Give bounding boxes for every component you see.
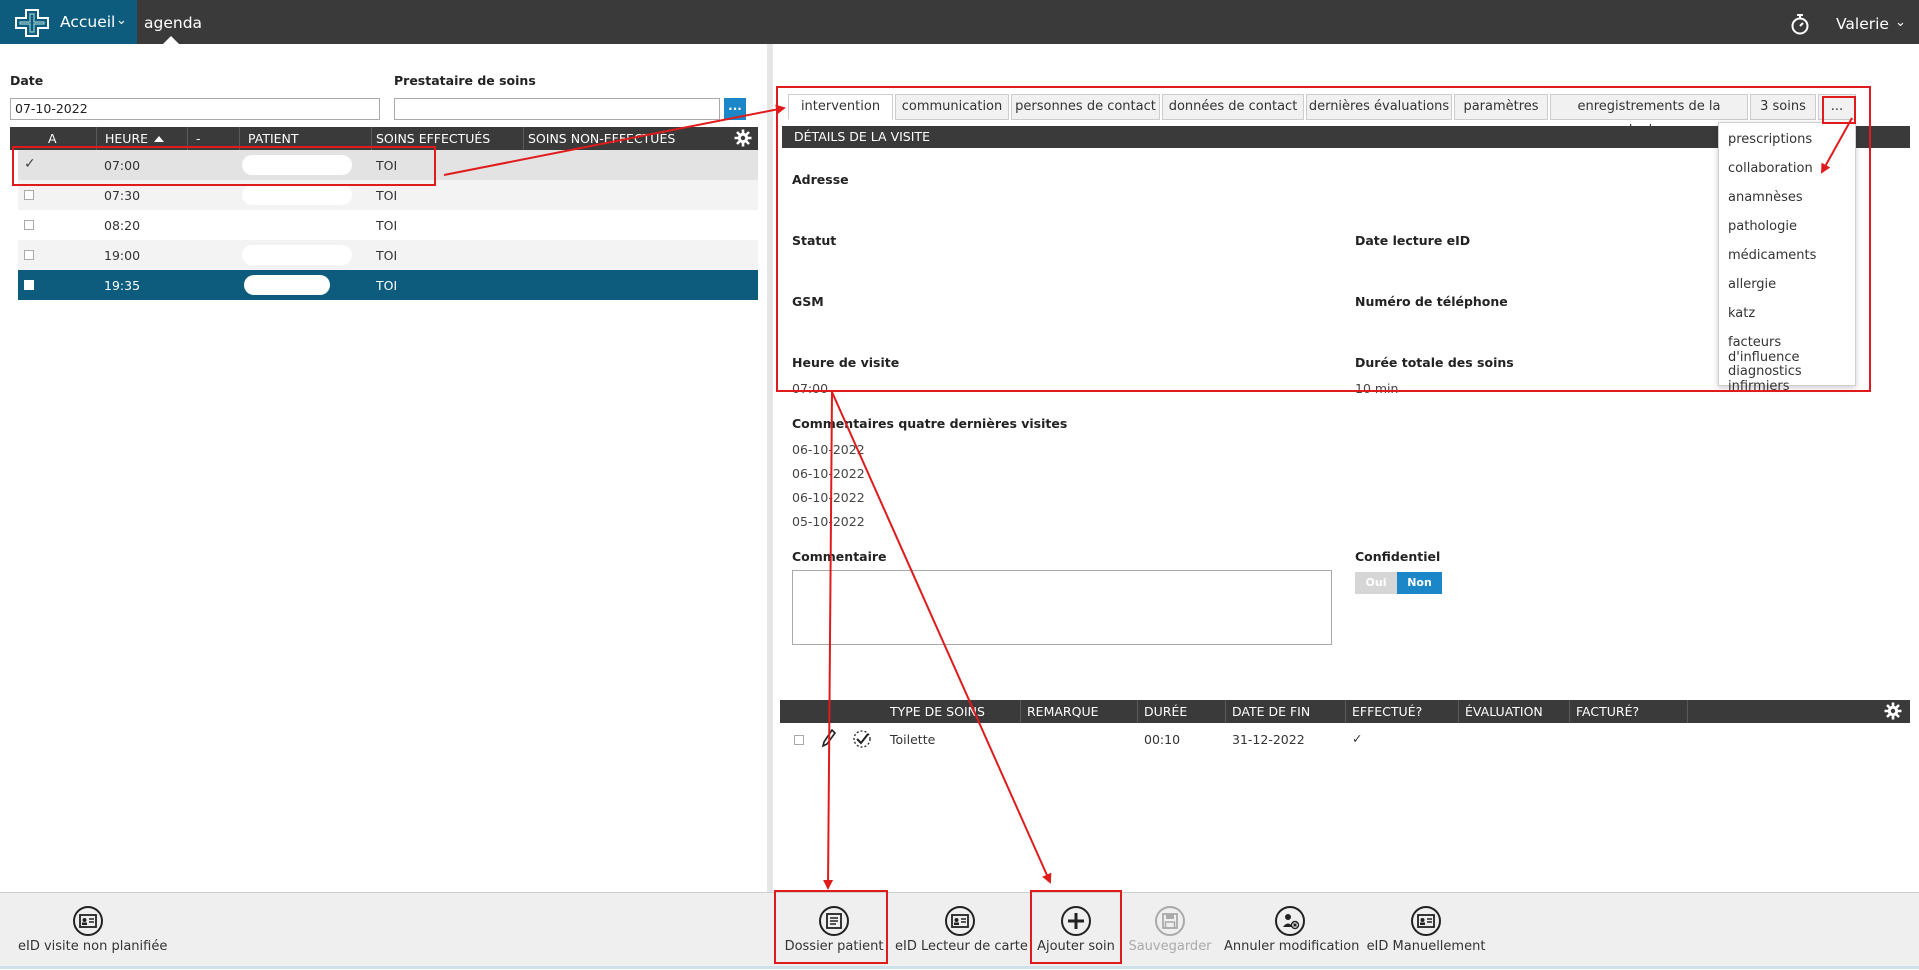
row-time: 08:20 — [104, 218, 141, 233]
gear-icon[interactable] — [734, 129, 752, 147]
comment-label: Commentaire — [792, 549, 887, 564]
comment-textarea[interactable] — [792, 570, 1332, 645]
home-label[interactable]: Accueil — [60, 13, 115, 31]
module-title[interactable]: agenda — [144, 14, 202, 32]
last-comment-date: 06-10-2022 — [792, 490, 865, 505]
row-care-done: TOI — [376, 218, 398, 233]
browse-provider-button[interactable]: ... — [724, 98, 746, 120]
top-navigation-bar: Accueil ⌄ agenda Valerie ⌄ — [0, 0, 1919, 44]
col-remark[interactable]: REMARQUE — [1027, 704, 1099, 719]
active-module-caret — [163, 36, 179, 44]
annotation-highlight-box — [1030, 890, 1122, 964]
eid-unplanned-label: eID visite non planifiée — [18, 939, 168, 954]
row-time: 19:35 — [104, 278, 141, 293]
gear-icon[interactable] — [1884, 702, 1902, 720]
care-done-value: ✓ — [1352, 731, 1363, 746]
date-input[interactable]: 07-10-2022 — [10, 98, 380, 120]
eid-manual-label: eID Manuellement — [1366, 939, 1486, 954]
user-menu[interactable]: Valerie — [1836, 15, 1889, 33]
home-menu[interactable]: Accueil ⌄ — [0, 0, 137, 44]
toggle-yes[interactable]: Oui — [1355, 572, 1397, 594]
annotation-highlight-box — [1822, 96, 1856, 124]
row-checkbox[interactable] — [794, 735, 804, 745]
provider-input[interactable] — [394, 98, 720, 120]
eid-manual-button[interactable]: eID Manuellement — [1364, 893, 1488, 970]
cancel-edit-icon — [1275, 906, 1305, 936]
row-checkbox[interactable] — [24, 220, 34, 230]
row-care-done: TOI — [376, 248, 398, 263]
confidential-label: Confidentiel — [1355, 549, 1441, 564]
agenda-row[interactable]: 08:20 TOI — [18, 210, 758, 240]
save-button[interactable]: Sauvegarder — [1126, 893, 1214, 970]
last-comment-date: 06-10-2022 — [792, 442, 865, 457]
row-care-done: TOI — [376, 188, 398, 203]
last-comments-label: Commentaires quatre dernières visites — [792, 416, 1068, 431]
row-time: 19:00 — [104, 248, 141, 263]
agenda-row[interactable]: 19:35 TOI — [18, 270, 758, 300]
annotation-highlight-box — [776, 86, 1871, 392]
edit-pencil-icon[interactable] — [822, 729, 836, 747]
col-end-date[interactable]: DATE DE FIN — [1232, 704, 1310, 719]
row-checkbox[interactable] — [24, 190, 34, 200]
date-label: Date — [10, 73, 44, 88]
col-evaluation[interactable]: ÉVALUATION — [1465, 704, 1543, 719]
col-care-type[interactable]: TYPE DE SOINS — [890, 704, 985, 719]
eid-card-reader-button[interactable]: eID Lecteur de carte — [895, 893, 1028, 970]
patient-name-redacted — [242, 245, 352, 265]
row-care-done: TOI — [376, 278, 398, 293]
pane-splitter[interactable] — [767, 44, 773, 892]
last-comment-date: 06-10-2022 — [792, 466, 865, 481]
col-duration[interactable]: DURÉE — [1144, 704, 1187, 719]
col-heure[interactable]: HEURE — [105, 131, 165, 146]
row-checkbox[interactable] — [24, 250, 34, 260]
care-end-date-value: 31-12-2022 — [1232, 732, 1305, 747]
col-heure-label: HEURE — [105, 131, 149, 146]
id-card-icon — [1411, 906, 1441, 936]
col-dash[interactable]: - — [196, 131, 201, 146]
agenda-row[interactable]: 19:00 TOI — [18, 240, 758, 270]
toggle-no[interactable]: Non — [1397, 572, 1442, 594]
stopwatch-icon[interactable] — [1790, 13, 1810, 35]
id-card-icon — [73, 906, 103, 936]
bottom-toolbar: eID visite non planifiée Dossier patient… — [0, 892, 1919, 969]
care-row[interactable]: Toilette 00:10 31-12-2022 ✓ — [780, 727, 1710, 753]
eid-unplanned-visit-button[interactable]: eID visite non planifiée — [18, 893, 168, 970]
cancel-change-button[interactable]: Annuler modification — [1224, 893, 1360, 970]
row-checkbox[interactable] — [24, 280, 34, 290]
col-a[interactable]: A — [48, 131, 57, 146]
mark-done-icon[interactable] — [852, 729, 872, 749]
chevron-down-icon[interactable]: ⌄ — [1895, 15, 1906, 30]
patient-name-redacted — [244, 275, 330, 295]
chevron-down-icon[interactable]: ⌄ — [116, 13, 127, 28]
patient-name-redacted — [242, 185, 352, 205]
col-patient[interactable]: PATIENT — [248, 131, 299, 146]
cancel-change-label: Annuler modification — [1224, 939, 1360, 954]
medical-cross-logo-icon — [15, 9, 49, 37]
col-not-done[interactable]: SOINS NON-EFFECTUÉS — [528, 131, 675, 146]
eid-card-reader-label: eID Lecteur de carte — [895, 939, 1028, 954]
col-billed[interactable]: FACTURÉ? — [1576, 704, 1639, 719]
sort-ascending-icon — [154, 136, 165, 142]
care-type-value: Toilette — [890, 732, 936, 747]
col-done[interactable]: SOINS EFFECTUÉS — [376, 131, 490, 146]
care-duration-value: 00:10 — [1144, 732, 1181, 747]
annotation-highlight-box — [774, 890, 888, 964]
id-card-icon — [945, 906, 975, 936]
care-table-header: TYPE DE SOINS REMARQUE DURÉE DATE DE FIN… — [780, 700, 1910, 723]
col-done[interactable]: EFFECTUÉ? — [1352, 704, 1422, 719]
row-time: 07:30 — [104, 188, 141, 203]
provider-label: Prestataire de soins — [394, 73, 536, 88]
last-comment-date: 05-10-2022 — [792, 514, 865, 529]
save-label: Sauvegarder — [1128, 939, 1212, 954]
save-floppy-icon — [1155, 906, 1185, 936]
annotation-highlight-box — [12, 146, 436, 186]
